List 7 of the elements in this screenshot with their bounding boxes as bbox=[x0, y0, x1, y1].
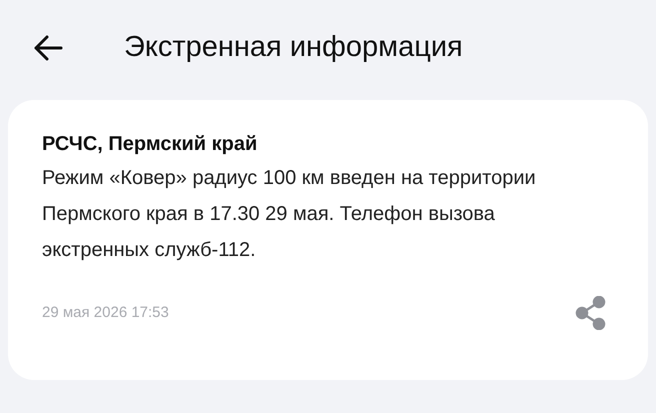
message-sender: РСЧС, Пермский край bbox=[42, 132, 258, 157]
page-title: Экстренная информация bbox=[124, 30, 463, 66]
share-button[interactable] bbox=[574, 296, 608, 330]
back-arrow-icon bbox=[33, 35, 63, 61]
message-date: 29 мая 2026 17:53 bbox=[42, 302, 169, 323]
share-icon bbox=[575, 296, 607, 330]
message-text: Режим «Ковер» радиус 100 км введен на территории Пермского края в 17.30 29 мая. Телефон вызова экстренных служб-112. bbox=[42, 166, 537, 263]
